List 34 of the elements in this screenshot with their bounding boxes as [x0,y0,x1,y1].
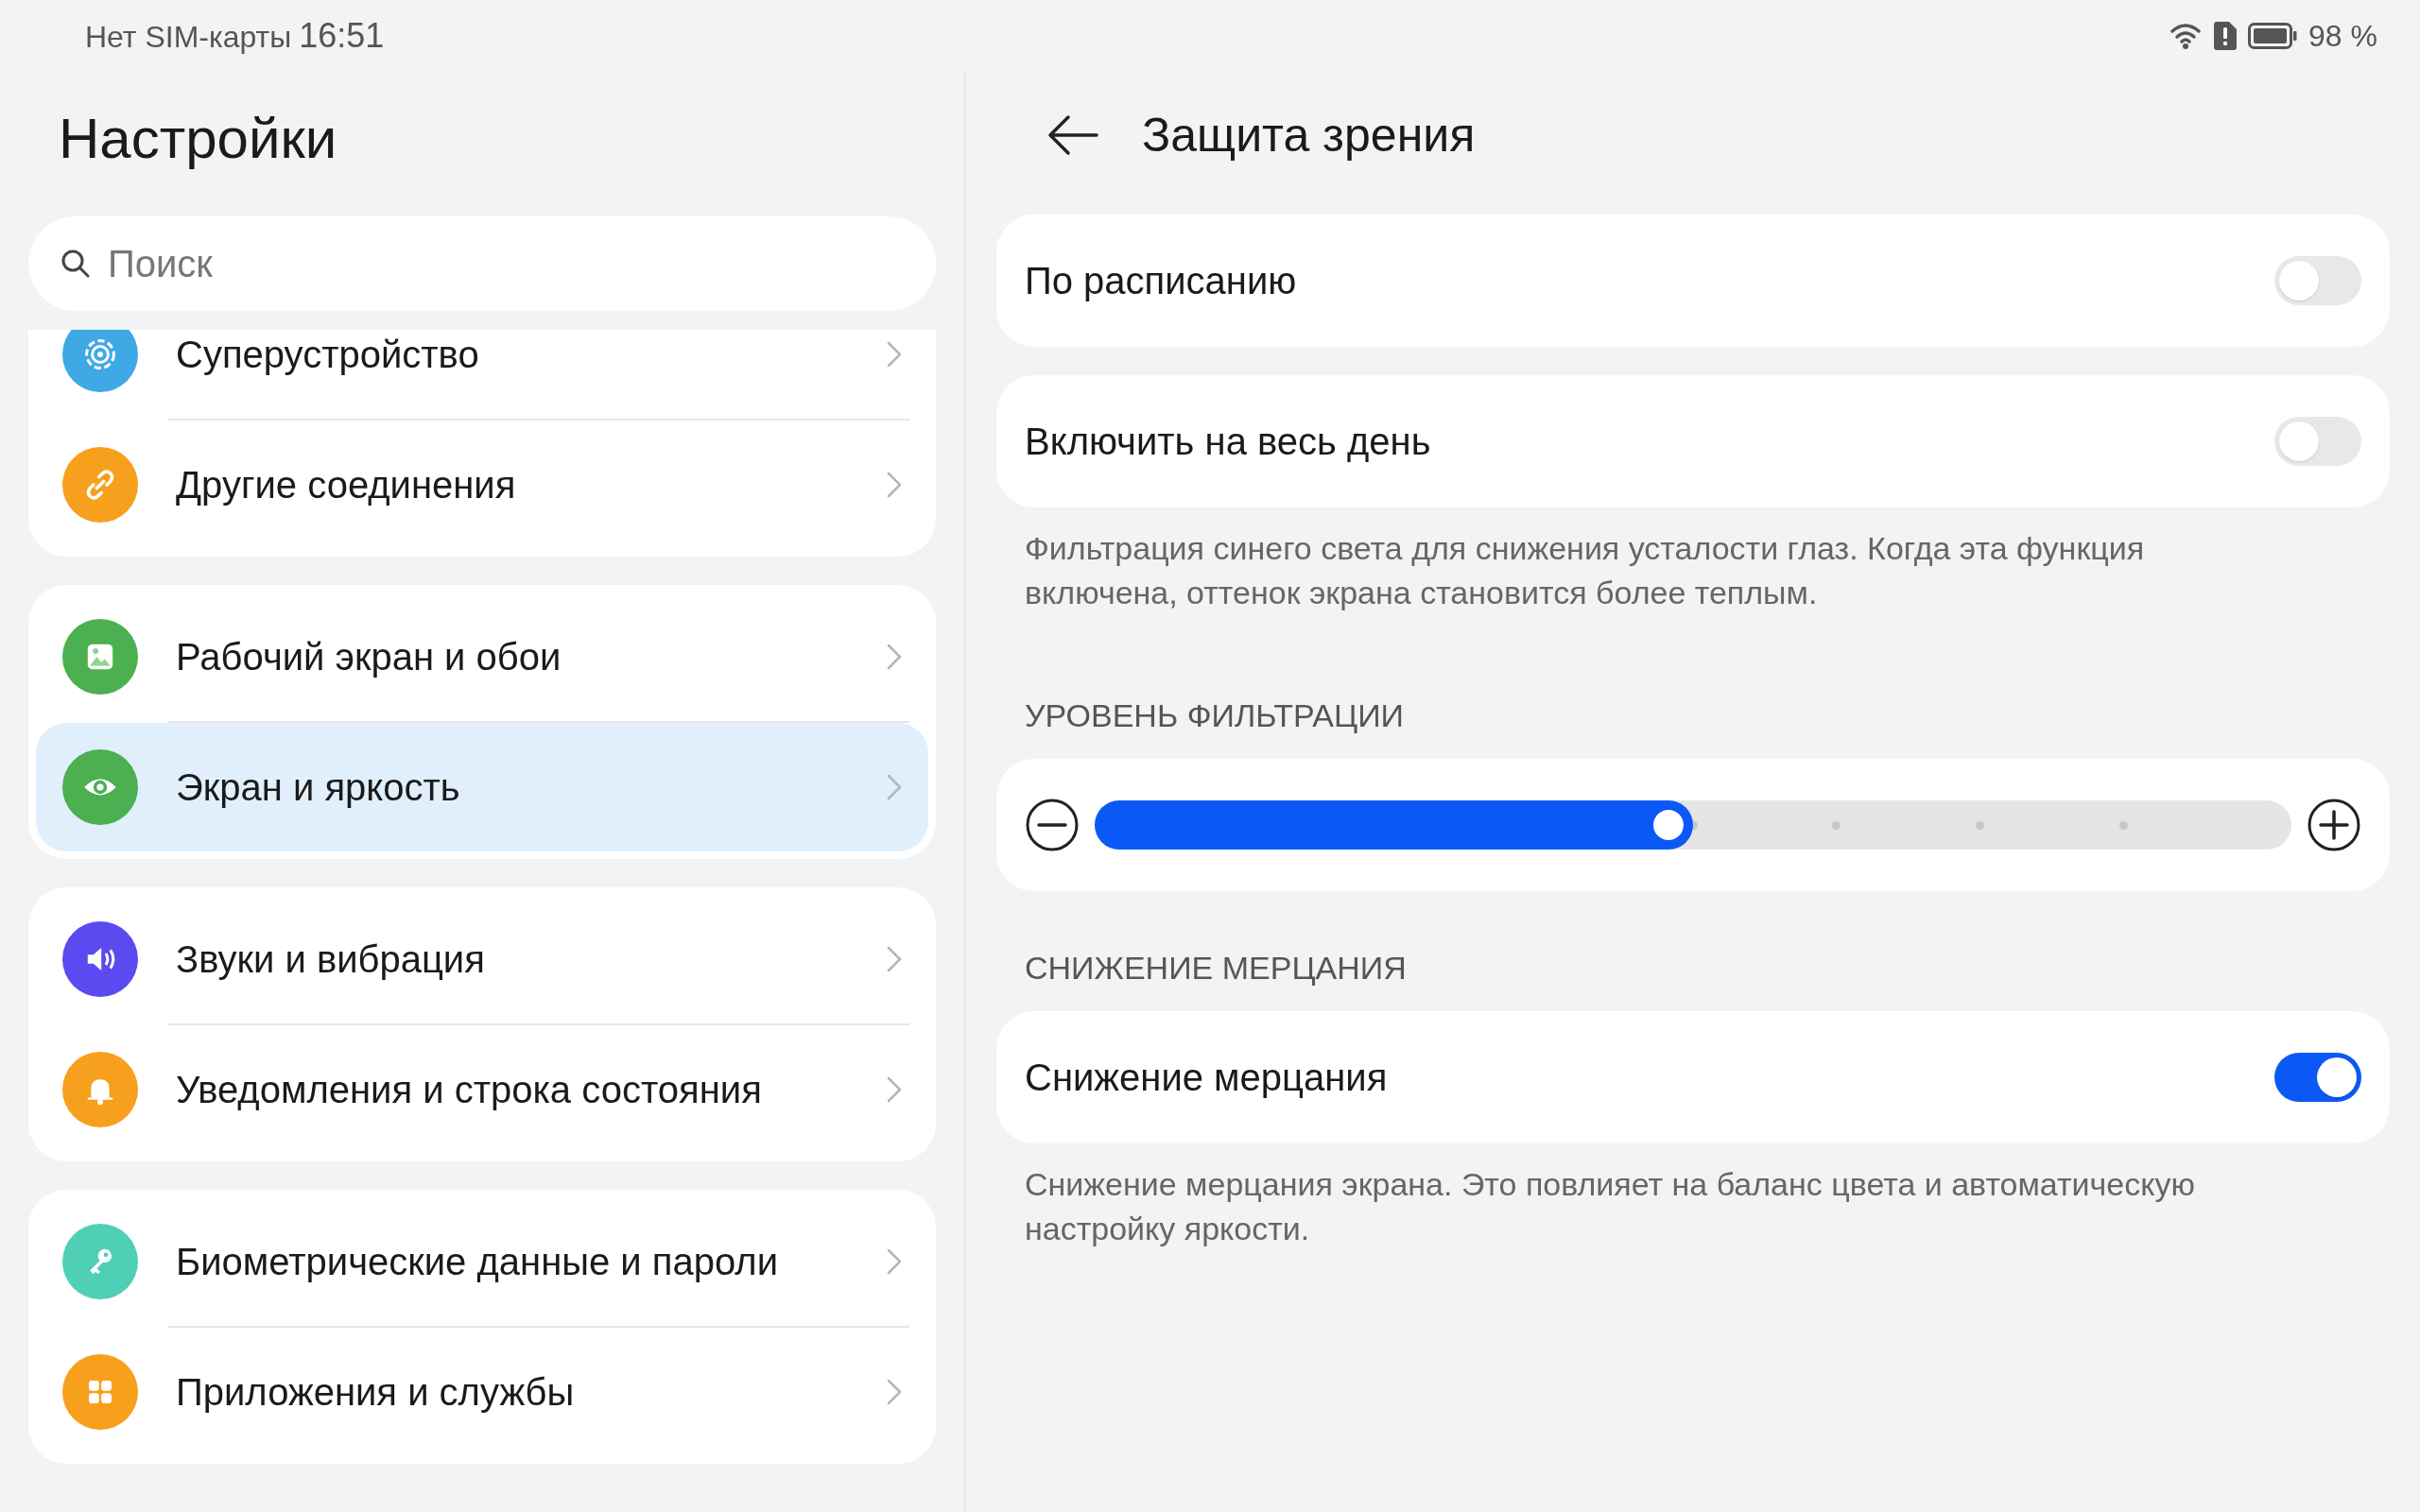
chevron-right-icon [887,1379,902,1405]
description-text: Фильтрация синего света для снижения усталости глаз. Когда эта функция включена, оттенок экрана становится более теплым. [1024,529,2146,612]
chevron-right-icon [887,1248,902,1275]
battery-percent: 98 % [2308,17,2377,55]
chevron-right-icon [887,472,902,498]
section-heading: УРОВЕНЬ ФИЛЬТРАЦИИ [1024,696,1406,735]
search-field[interactable]: Поиск [28,216,936,311]
carrier-label: Нет SIM-карты [85,18,292,56]
back-arrow-icon[interactable] [1047,114,1098,156]
chevron-right-icon [887,341,902,368]
search-input[interactable]: Поиск [108,235,904,292]
chevron-right-icon [887,644,902,670]
settings-list-item[interactable]: Экран и яркость [36,723,928,851]
chevron-right-icon [887,946,902,972]
chevron-right-icon [887,774,902,800]
filter-level-slider[interactable] [1095,800,2291,850]
toggle-switch[interactable] [2274,1053,2361,1102]
battery-icon [2248,22,2298,49]
toggle-switch[interactable] [2274,417,2361,466]
clock-time: 16:51 [299,14,385,57]
screen-title: Защита зрения [1142,107,1476,163]
search-icon [60,249,91,279]
setting-label: Снижение мерцания [1025,1056,1389,1100]
sim-alert-icon [2214,21,2238,50]
wifi-icon [2170,21,2204,50]
minus-icon[interactable] [1025,798,1080,852]
toggle-switch[interactable] [2274,256,2361,305]
setting-label: По расписанию [1025,259,1298,303]
page-title: Настройки [59,111,338,167]
chevron-right-icon [887,1076,902,1103]
description-text: Снижение мерцания экрана. Это повлияет на баланс цвета и автоматическую настройку яркости. [1024,1165,2196,1248]
section-heading: СНИЖЕНИЕ МЕРЦАНИЯ [1024,949,1408,988]
plus-icon[interactable] [2307,798,2361,852]
setting-label: Включить на весь день [1025,420,1432,464]
